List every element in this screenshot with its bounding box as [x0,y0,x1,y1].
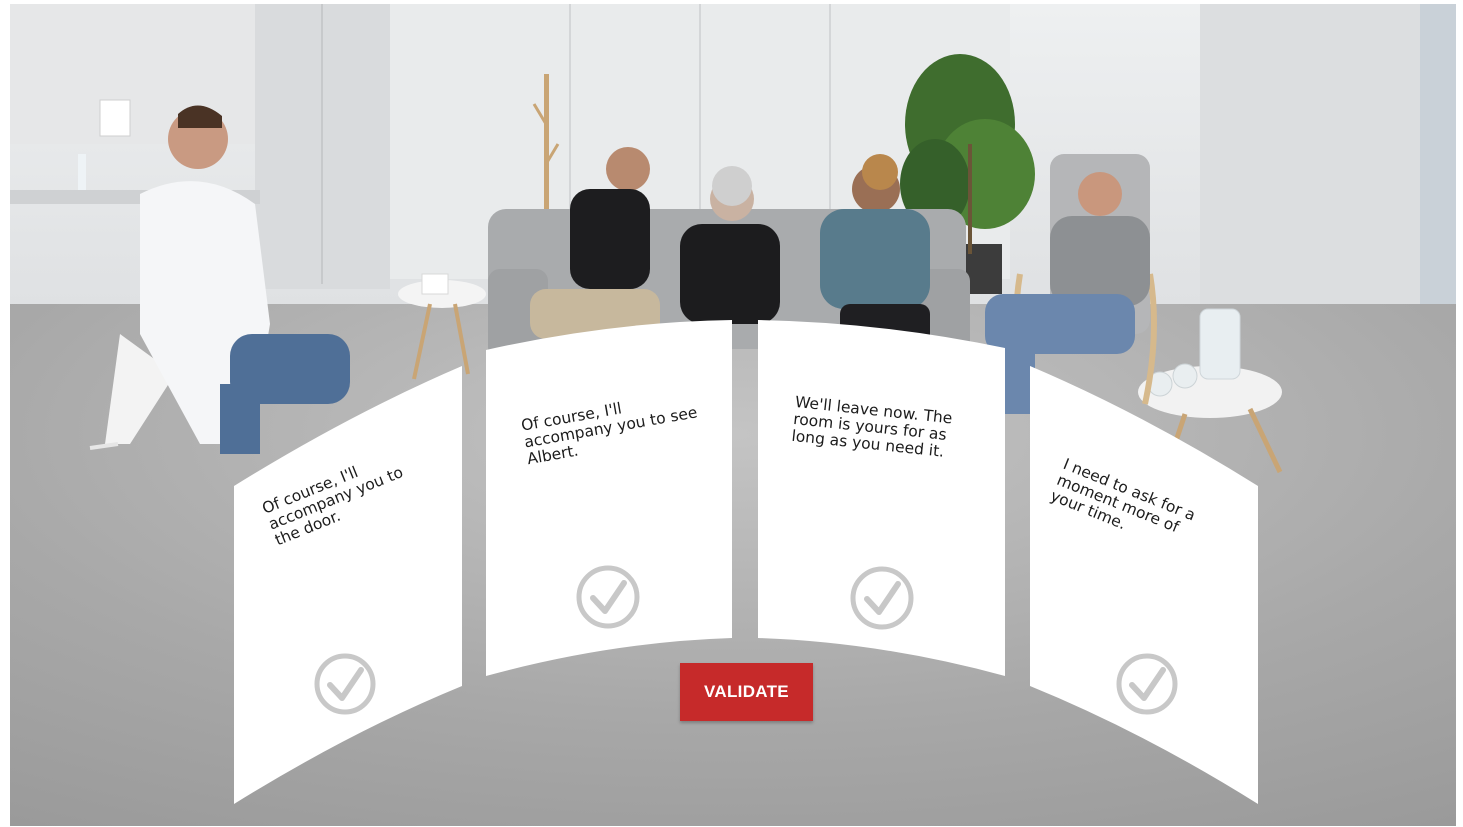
vr-viewport: Of course, I'll accompany you to the doo… [10,4,1456,826]
validate-button[interactable]: VALIDATE [680,663,813,721]
